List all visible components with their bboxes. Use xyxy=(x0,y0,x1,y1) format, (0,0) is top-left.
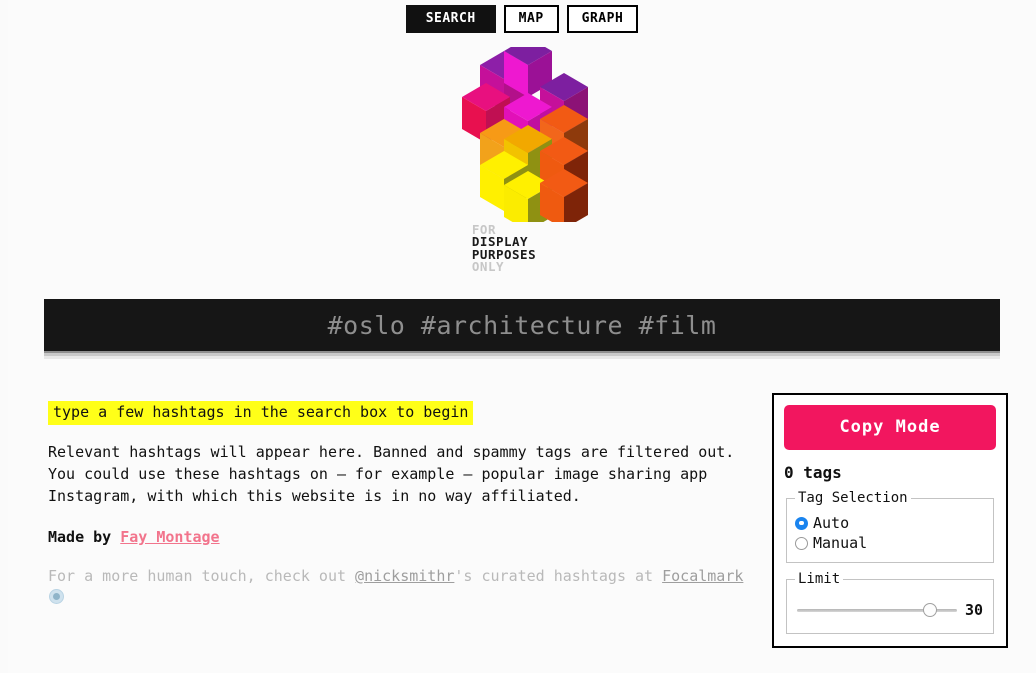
tag-count-label: 0 tags xyxy=(784,463,842,482)
isometric-hashtag-logo-icon xyxy=(462,47,588,222)
tab-search[interactable]: SEARCH xyxy=(405,5,496,33)
empty-state-hint: type a few hashtags in the search box to… xyxy=(48,401,474,426)
footnote-prefix: For a more human touch, check out xyxy=(48,566,356,585)
fay-montage-link[interactable]: Fay Montage xyxy=(120,528,219,546)
lens-icon xyxy=(49,589,64,605)
radio-auto-label[interactable]: Auto xyxy=(813,514,849,532)
limit-value: 30 xyxy=(964,601,983,619)
logo-line-4: ONLY xyxy=(471,258,504,274)
search-zone: #oslo #architecture #film xyxy=(8,299,1036,359)
tag-selection-legend: Tag Selection xyxy=(798,490,908,506)
tag-selection-group: Tag Selection Auto Manual xyxy=(786,490,994,563)
search-scrollbar[interactable] xyxy=(44,351,1000,359)
search-input[interactable]: #oslo #architecture #film xyxy=(44,299,1000,351)
limit-slider-row: 30 xyxy=(795,593,985,625)
limit-legend: Limit xyxy=(798,571,841,587)
tab-graph[interactable]: GRAPH xyxy=(566,5,639,33)
results-column: type a few hashtags in the search box to… xyxy=(48,401,748,609)
nicksmithr-link[interactable]: @nicksmithr xyxy=(355,567,454,585)
description-text: Relevant hashtags will appear here. Bann… xyxy=(48,443,735,505)
radio-manual-label[interactable]: Manual xyxy=(813,534,867,552)
top-nav: SEARCH MAP GRAPH xyxy=(8,0,1036,33)
focalmark-link[interactable]: Focalmark xyxy=(662,567,743,585)
radio-manual-icon[interactable] xyxy=(795,536,808,550)
radio-manual[interactable]: Manual xyxy=(795,534,985,552)
made-by-line: Made by Fay Montage xyxy=(48,528,748,546)
limit-group: Limit 30 xyxy=(786,571,994,634)
radio-auto[interactable]: Auto xyxy=(795,514,985,532)
copy-mode-button[interactable]: Copy Mode xyxy=(784,405,996,450)
footnote-middle: 's curated hashtags at xyxy=(454,566,663,585)
logo-wordmark: FOR DISPLAY PURPOSES ONLY xyxy=(471,223,536,274)
content-columns: type a few hashtags in the search box to… xyxy=(8,393,1036,648)
controls-panel: Copy Mode 0 tags Tag Selection Auto Manu… xyxy=(772,393,1008,648)
footnote-line: For a more human touch, check out @nicks… xyxy=(48,566,748,610)
limit-slider-thumb[interactable] xyxy=(922,603,937,617)
limit-slider[interactable] xyxy=(797,603,957,617)
made-by-prefix: Made by xyxy=(48,527,121,546)
site-logo[interactable]: FOR DISPLAY PURPOSES ONLY xyxy=(8,47,1036,273)
page-root: SEARCH MAP GRAPH FOR DISPLAY PURPOSES ON… xyxy=(8,0,1036,673)
radio-auto-icon[interactable] xyxy=(795,516,808,530)
tab-map[interactable]: MAP xyxy=(503,5,559,33)
search-placeholder: #oslo #architecture #film xyxy=(327,310,717,340)
